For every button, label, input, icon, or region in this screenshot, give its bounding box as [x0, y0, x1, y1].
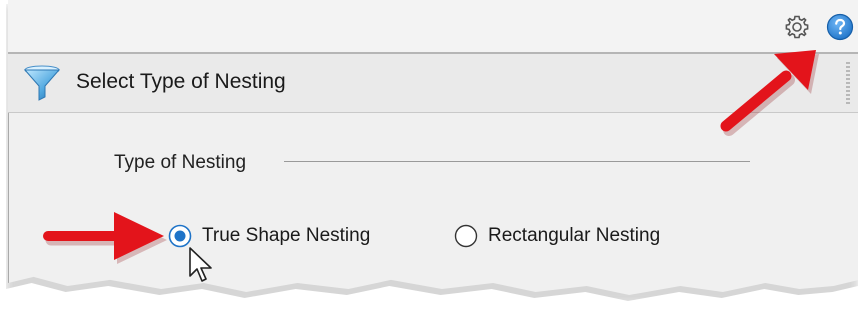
- section-header[interactable]: Select Type of Nesting: [8, 54, 858, 113]
- nesting-group-label: Type of Nesting: [114, 152, 247, 173]
- section-title: Select Type of Nesting: [76, 70, 286, 93]
- group-divider: [284, 161, 750, 162]
- true-shape-nesting-label: True Shape Nesting: [202, 225, 371, 246]
- funnel-icon: [23, 65, 61, 101]
- screenshot-stage: Select Type of Nesting Type of Nesting T…: [0, 0, 858, 332]
- gear-icon[interactable]: [784, 14, 810, 40]
- radio-rectangular-nesting[interactable]: Rectangular Nesting: [454, 222, 660, 250]
- top-toolbar: [8, 0, 858, 54]
- radio-button-unselected[interactable]: [454, 224, 478, 248]
- rectangular-nesting-label: Rectangular Nesting: [488, 225, 661, 246]
- panel-grip[interactable]: [846, 62, 850, 104]
- mouse-cursor-icon: [189, 247, 212, 282]
- radio-button-selected[interactable]: [168, 224, 192, 248]
- help-icon[interactable]: [826, 13, 854, 41]
